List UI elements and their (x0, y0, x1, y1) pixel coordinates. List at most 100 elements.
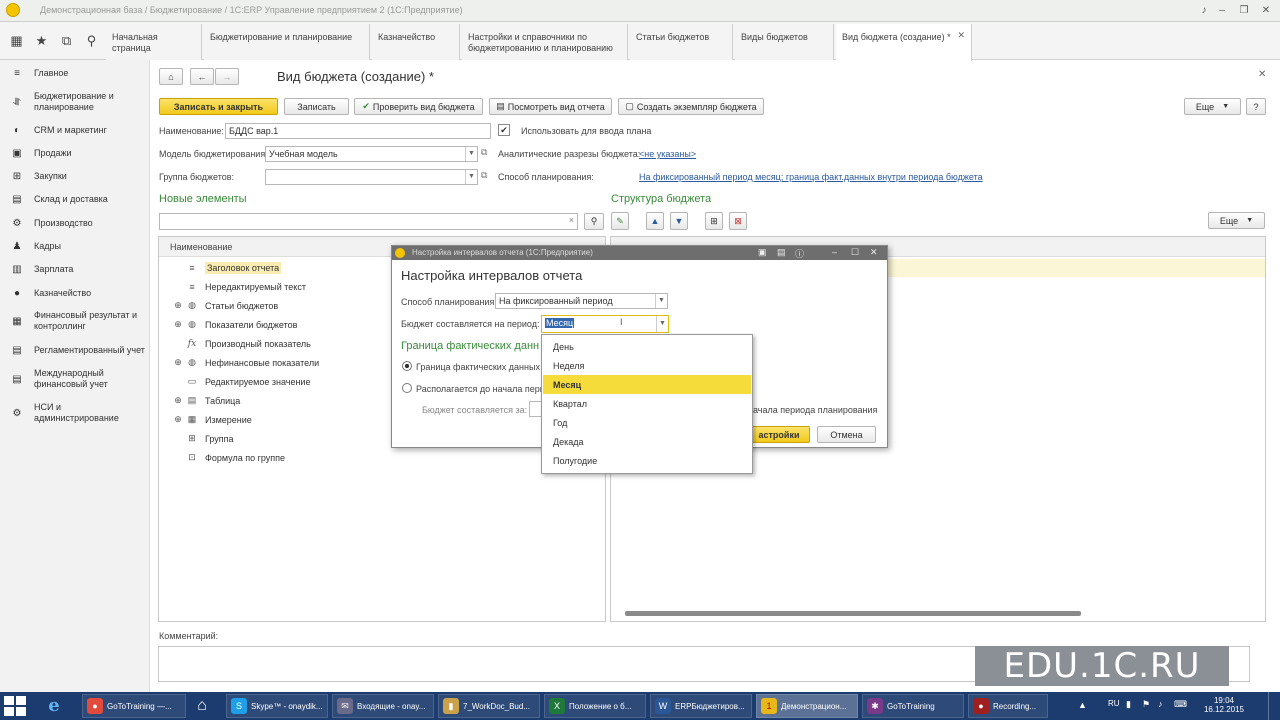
maximize-icon[interactable]: ☐ (851, 247, 859, 258)
sidebar-item-purchases[interactable]: ⊞ Закупки (0, 165, 150, 187)
group-select[interactable]: ▼ (265, 169, 478, 185)
add-row-button[interactable]: ⊞ (705, 212, 723, 230)
close-tab-icon[interactable]: ✕ (957, 30, 965, 41)
lock-icon[interactable]: ▣ (758, 247, 767, 258)
period-option-halfyear[interactable]: Полугодие (543, 451, 751, 470)
chevron-down-icon[interactable]: ▼ (655, 294, 667, 308)
sidebar-item-main[interactable]: ≡ Главное (0, 62, 150, 84)
sidebar-item-regulated[interactable]: ▤ Регламентированный учет (0, 339, 150, 361)
bell-icon[interactable]: ♪ (1196, 3, 1212, 19)
close-window-icon[interactable]: ✕ (1258, 3, 1274, 19)
sidebar-item-hr[interactable]: ♟ Кадры (0, 235, 150, 257)
minimize-icon[interactable]: – (832, 247, 837, 257)
tab-budget-type-create[interactable]: Вид бюджета (создание) * ✕ (836, 24, 972, 61)
taskbar-item-skype[interactable]: S Skype™ - onaydik... (226, 694, 328, 718)
close-icon[interactable]: ✕ (870, 247, 878, 258)
tab-budget-articles[interactable]: Статьи бюджетов (630, 24, 733, 60)
sidebar-item-sales[interactable]: ▣ Продажи (0, 142, 150, 164)
sidebar-item-finance[interactable]: ▦ Финансовый результат и контроллинг (0, 309, 150, 333)
check-budget-type-button[interactable]: ✔ Проверить вид бюджета (354, 98, 483, 115)
calculator-icon[interactable]: ▤ (777, 247, 786, 258)
tab-budgeting[interactable]: Бюджетирование и планирование (204, 24, 370, 60)
period-option-month[interactable]: Месяц (543, 375, 751, 394)
sidebar-item-treasury[interactable]: ● Казначейство (0, 282, 150, 304)
expand-icon[interactable]: ⊕ (171, 357, 185, 368)
sidebar-item-admin[interactable]: ⚙ НСИ и администрирование (0, 401, 150, 425)
restore-icon[interactable]: ❐ (1236, 3, 1252, 19)
open-link-icon[interactable]: ⧉ (481, 170, 487, 181)
taskbar-item-recording[interactable]: ● Recording... (968, 694, 1048, 718)
close-form-icon[interactable]: ✕ (1258, 69, 1266, 80)
expand-icon[interactable]: ⊕ (171, 414, 185, 425)
search-button[interactable]: ⚲ (584, 213, 604, 230)
taskbar-item-inbox[interactable]: ✉ Входящие - onay... (332, 694, 434, 718)
more-button[interactable]: Еще ▼ (1184, 98, 1241, 115)
flag-icon[interactable]: ⚑ (1142, 699, 1150, 710)
elements-search-input[interactable]: × (159, 213, 578, 230)
language-indicator[interactable]: RU (1108, 699, 1120, 708)
edit-structure-button[interactable]: ✎ (611, 212, 629, 230)
structure-more-button[interactable]: Еще ▼ (1208, 212, 1265, 229)
info-icon[interactable]: ⓘ (795, 247, 804, 260)
taskbar-item-gototraining[interactable]: ● GoToTraining —... (82, 694, 186, 718)
sidebar-item-warehouse[interactable]: ▤ Склад и доставка (0, 188, 150, 210)
list-item[interactable]: ⊡ Формула по группе (171, 448, 601, 467)
expand-icon[interactable]: ⊕ (171, 319, 185, 330)
clear-icon[interactable]: × (569, 215, 574, 225)
taskbar-item-excel[interactable]: X Положение о б... (544, 694, 646, 718)
period-option-decade[interactable]: Декада (543, 432, 751, 451)
expand-icon[interactable]: ⊕ (171, 395, 185, 406)
analytics-link[interactable]: <не указаны> (639, 149, 696, 159)
expand-icon[interactable]: ⊕ (171, 300, 185, 311)
taskbar-item-word[interactable]: W ERPБюджетиров... (650, 694, 752, 718)
period-option-week[interactable]: Неделя (543, 356, 751, 375)
planning-link[interactable]: На фиксированный период месяц; граница ф… (639, 172, 983, 182)
help-button[interactable]: ? (1246, 98, 1266, 115)
radio-before-period[interactable] (402, 383, 412, 393)
sidebar-item-production[interactable]: ⚙ Производство (0, 212, 150, 234)
dialog-planning-select[interactable]: На фиксированный период ▼ (495, 293, 668, 309)
tab-home[interactable]: Начальная страница (106, 24, 202, 60)
dialog-period-select[interactable]: Месяц I ▼ (541, 315, 669, 333)
ie-icon[interactable]: e (42, 695, 66, 717)
save-close-button[interactable]: Записать и закрыть (159, 98, 278, 115)
open-link-icon[interactable]: ⧉ (481, 147, 487, 158)
sidebar-item-budgeting[interactable]: ⥯ Бюджетирование и планирование (0, 90, 150, 114)
delete-row-button[interactable]: ⊠ (729, 212, 747, 230)
taskbar-item-1c[interactable]: 1 Демонстрацион... (756, 694, 858, 718)
dialog-ok-button[interactable]: астройки (748, 426, 810, 443)
period-option-day[interactable]: День (543, 337, 751, 356)
chevron-down-icon[interactable]: ▼ (465, 147, 477, 161)
tab-treasury[interactable]: Казначейство (372, 24, 460, 60)
chevron-down-icon[interactable]: ▼ (656, 316, 668, 332)
move-down-button[interactable]: ▼ (670, 212, 688, 230)
network-icon[interactable]: ▮ (1126, 699, 1131, 710)
tab-settings[interactable]: Настройки и справочники по бюджетировани… (462, 24, 628, 60)
home-button[interactable]: ⌂ (159, 68, 183, 85)
back-button[interactable]: ← (190, 68, 214, 85)
chevron-down-icon[interactable]: ▼ (465, 170, 477, 184)
clock[interactable]: 19:04 16.12.2015 (1196, 696, 1252, 714)
volume-icon[interactable]: ♪ (1158, 699, 1163, 709)
radio-fact-boundary[interactable] (402, 361, 412, 371)
period-option-quarter[interactable]: Квартал (543, 394, 751, 413)
move-up-button[interactable]: ▲ (646, 212, 664, 230)
create-instance-button[interactable]: ▢ Создать экземпляр бюджета (618, 98, 764, 115)
period-option-year[interactable]: Год (543, 413, 751, 432)
tab-budget-types[interactable]: Виды бюджетов (735, 24, 834, 60)
taskbar-item-workdoc[interactable]: ▮ 7_WorkDoc_Bud... (438, 694, 540, 718)
sidebar-item-ifrs[interactable]: ▤ Международный финансовый учет (0, 367, 150, 391)
favorites-icon[interactable]: ★ (29, 22, 54, 60)
use-for-plan-checkbox[interactable]: ✔ (498, 124, 510, 136)
history-icon[interactable]: ⧉ (54, 22, 79, 60)
name-input[interactable]: БДДС вар.1 (225, 123, 491, 139)
horizontal-scrollbar[interactable] (625, 611, 1081, 616)
search-icon[interactable]: ⚲ (79, 22, 104, 60)
windows-start-icon[interactable] (4, 696, 28, 716)
save-button[interactable]: Записать (284, 98, 349, 115)
keyboard-icon[interactable]: ⌨ (1174, 699, 1187, 710)
taskbar-item-gototraining-2[interactable]: ✱ GoToTraining (862, 694, 964, 718)
dialog-cancel-button[interactable]: Отмена (817, 426, 876, 443)
model-select[interactable]: Учебная модель ▼ (265, 146, 478, 162)
forward-button[interactable]: → (215, 68, 239, 85)
